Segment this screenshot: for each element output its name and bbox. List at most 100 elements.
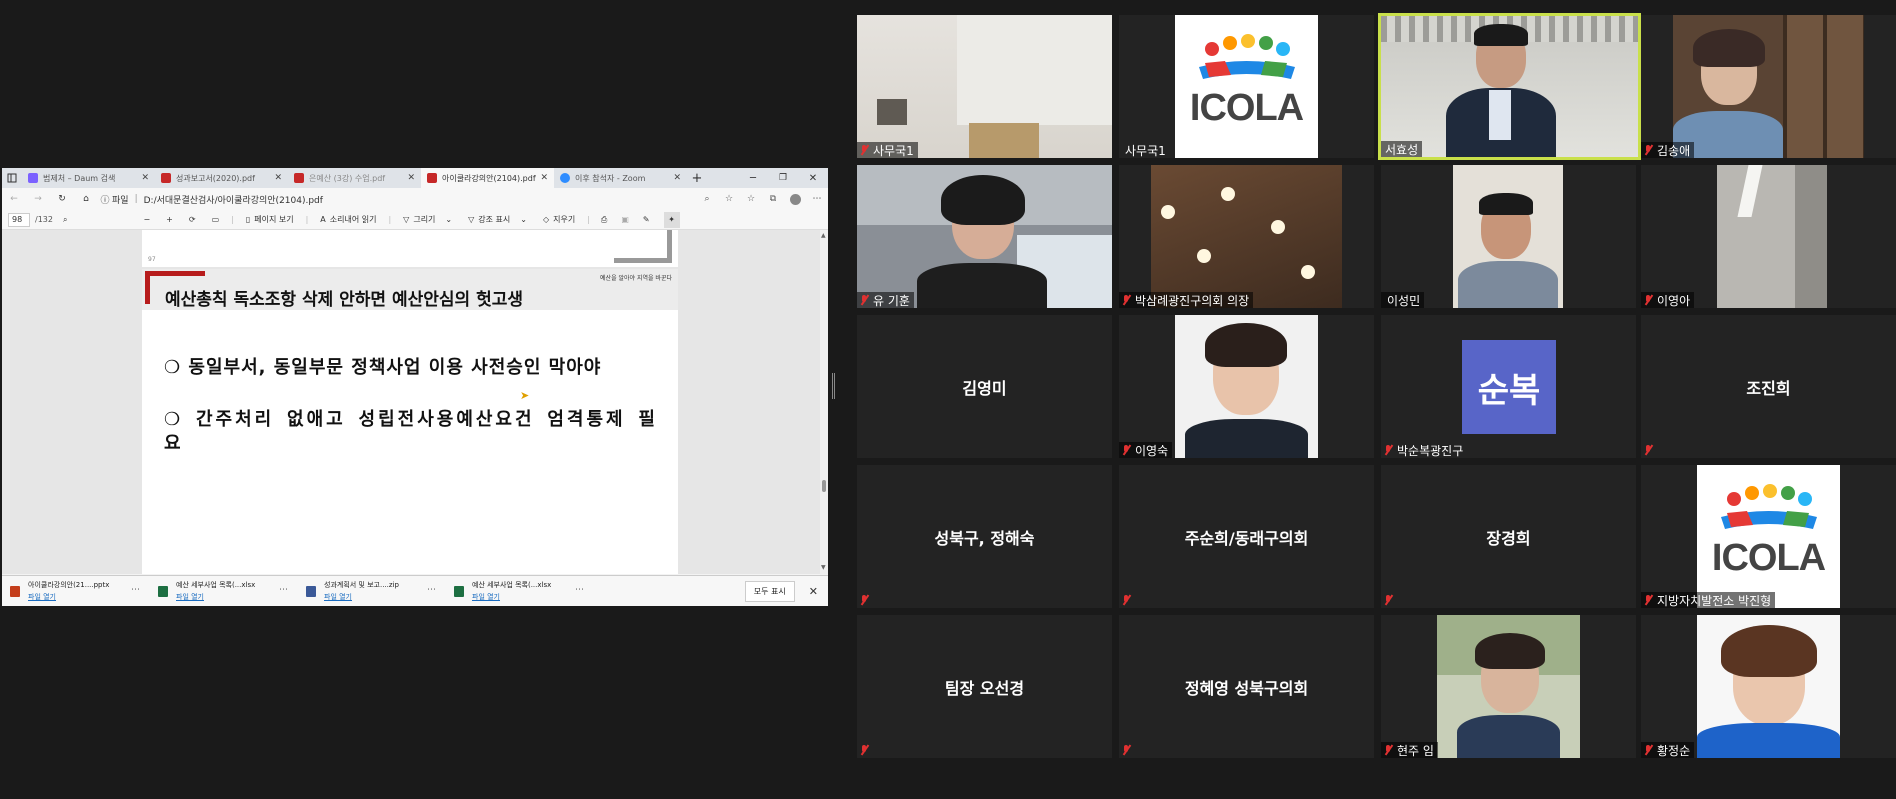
page-view-button[interactable]: ▯ 페이지 보기	[246, 214, 294, 225]
download-name: 성과계획서 및 보고....zip	[324, 581, 399, 589]
print-icon[interactable]: ⎙	[601, 215, 607, 225]
scrollbar[interactable]: ▲ ▼	[820, 230, 828, 574]
show-all-button[interactable]: 모두 표시	[744, 580, 795, 602]
draw-button[interactable]: ▽ 그리기 ⌄	[403, 214, 452, 225]
minimize-icon[interactable]: ─	[738, 173, 768, 184]
close-icon[interactable]: ✕	[673, 173, 681, 183]
name-label	[1381, 592, 1401, 608]
accent-corner	[145, 271, 150, 304]
read-aloud-button[interactable]: A 소리내어 읽기	[320, 214, 376, 225]
video-feed	[1673, 15, 1864, 158]
open-file-link[interactable]: 파일 열기	[472, 592, 551, 602]
scroll-thumb[interactable]	[822, 480, 826, 492]
search-icon[interactable]: ⌕	[63, 215, 67, 225]
open-file-link[interactable]: 파일 열기	[28, 592, 109, 602]
more-icon[interactable]: ⋯	[427, 585, 436, 595]
participant-tile[interactable]: 주순희/동래구의회	[1119, 465, 1374, 608]
participant-tile[interactable]: ICOLA 지방자치발전소 박진형	[1641, 465, 1896, 608]
participant-name: 이영숙	[1135, 443, 1169, 458]
profile-avatar[interactable]	[784, 193, 806, 205]
pptx-icon	[10, 585, 20, 597]
close-window-icon[interactable]: ✕	[798, 173, 828, 184]
icola-logo: ICOLA	[1175, 15, 1318, 158]
rotate-icon[interactable]: ⟳	[189, 215, 196, 224]
zoom-out-icon[interactable]: −	[143, 215, 150, 224]
forward-icon[interactable]: →	[26, 194, 50, 204]
close-icon[interactable]: ✕	[407, 173, 415, 183]
erase-button[interactable]: ◇ 지우기	[543, 214, 575, 225]
close-icon[interactable]: ✕	[141, 173, 149, 183]
download-item[interactable]: 예산 세부사업 목록(...xlsx 파일 열기 ⋯	[446, 578, 594, 605]
zoom-in-icon[interactable]: +	[166, 215, 173, 224]
participant-tile[interactable]: 팀장 오선경	[857, 615, 1112, 758]
bullet-item: ❍ 동일부서, 동일부문 정책사업 이용 사전승인 막아야	[164, 357, 602, 378]
download-name: 아이쿨라강의안(21....pptx	[28, 581, 110, 589]
participant-tile[interactable]: 현주 임	[1381, 615, 1636, 758]
chevron-down-icon[interactable]: ⌄	[520, 215, 527, 224]
participant-tile[interactable]: 황정순	[1641, 615, 1896, 758]
highlight-icon: ▽	[468, 215, 475, 224]
collections-icon[interactable]: ⧉	[762, 194, 784, 204]
download-item[interactable]: 아이쿨라강의안(21....pptx 파일 열기 ⋯	[2, 578, 150, 605]
more-icon[interactable]: ⋯	[575, 585, 584, 595]
open-file-link[interactable]: 파일 열기	[176, 592, 255, 602]
url-field[interactable]: D:/서대문결산검사/아이쿨라강의안(2104).pdf	[144, 193, 696, 206]
page-number-input[interactable]: 98	[8, 212, 30, 227]
download-item[interactable]: 예산 세부사업 목록(...xlsx 파일 열기 ⋯	[150, 578, 298, 605]
participant-tile[interactable]: 이영숙	[1119, 315, 1374, 458]
tab-icola-lecture[interactable]: 아이쿨라강의안(2104).pdf ✕	[421, 168, 554, 188]
tab-budget-lecture[interactable]: 은예산 (3강) 수업.pdf ✕	[288, 168, 421, 188]
save-as-icon[interactable]: ✎	[643, 215, 650, 224]
participant-tile[interactable]: 김영미	[857, 315, 1112, 458]
search-page-icon[interactable]: ⌕	[696, 194, 718, 204]
download-item[interactable]: 성과계획서 및 보고....zip 파일 열기 ⋯	[298, 578, 446, 605]
close-icon[interactable]: ✕	[809, 585, 818, 598]
splitter-handle[interactable]	[832, 373, 835, 399]
participant-tile[interactable]: 박삼례광진구의회 의장	[1119, 165, 1374, 308]
participant-tile[interactable]: 김송애	[1641, 15, 1896, 158]
tab-actions-icon[interactable]	[2, 168, 22, 188]
tab-daum-search[interactable]: 범제처 – Daum 검색 ✕	[22, 168, 155, 188]
more-icon[interactable]: ⋯	[131, 585, 140, 595]
participant-tile[interactable]: 조진희	[1641, 315, 1896, 458]
participant-tile[interactable]: 정혜영 성북구의회	[1119, 615, 1374, 758]
tab-performance-report[interactable]: 성과보고서(2020).pdf ✕	[155, 168, 288, 188]
save-icon[interactable]: ▣	[621, 215, 629, 224]
participant-tile[interactable]: 유 기훈	[857, 165, 1112, 308]
participant-tile[interactable]: 성북구, 정해숙	[857, 465, 1112, 608]
fit-page-icon[interactable]: ▭	[212, 215, 220, 224]
name-label: 이성민	[1381, 292, 1425, 308]
pin-icon[interactable]: ✦	[663, 211, 680, 228]
more-icon[interactable]: ⋯	[806, 194, 828, 204]
favorite-star-icon[interactable]: ☆	[718, 194, 740, 204]
open-file-link[interactable]: 파일 열기	[324, 592, 399, 602]
new-tab-button[interactable]: +	[687, 171, 707, 186]
more-icon[interactable]: ⋯	[279, 585, 288, 595]
participant-tile[interactable]: 사무국1	[857, 15, 1112, 158]
home-icon[interactable]: ⌂	[74, 194, 98, 204]
maximize-icon[interactable]: ❐	[768, 173, 798, 183]
back-icon[interactable]: ←	[2, 194, 26, 204]
scroll-up-icon[interactable]: ▲	[821, 232, 826, 239]
highlight-button[interactable]: ▽ 강조 표시 ⌄	[468, 214, 527, 225]
close-icon[interactable]: ✕	[274, 173, 282, 183]
participant-tile[interactable]: 장경희	[1381, 465, 1636, 608]
participant-tile[interactable]: ICOLA 사무국1	[1119, 15, 1374, 158]
participant-tile-active-speaker[interactable]: 서효성	[1378, 13, 1641, 160]
zip-icon	[306, 585, 316, 597]
participant-tile[interactable]: 이성민	[1381, 165, 1636, 308]
tab-zoom-participants[interactable]: 이후 참석자 - Zoom ✕	[554, 168, 687, 188]
scroll-down-icon[interactable]: ▼	[821, 564, 826, 571]
download-name: 예산 세부사업 목록(...xlsx	[176, 581, 256, 589]
zoom-icon	[560, 173, 570, 183]
pdf-viewer[interactable]: 97 예산을 알아야 지역을 바꾼다 예산총칙 독소조항 삭제 안하면 예산안심…	[2, 230, 820, 574]
muted-mic-icon	[1383, 744, 1393, 756]
cursor-icon: ➤	[520, 389, 530, 402]
close-icon[interactable]: ✕	[540, 173, 548, 183]
refresh-icon[interactable]: ↻	[50, 194, 74, 204]
avatar-text: 순복	[1477, 370, 1541, 411]
chevron-down-icon[interactable]: ⌄	[445, 215, 452, 224]
favorites-icon[interactable]: ☆	[740, 194, 762, 204]
participant-tile[interactable]: 순복 박순복광진구	[1381, 315, 1636, 458]
participant-tile[interactable]: 이영아	[1641, 165, 1896, 308]
